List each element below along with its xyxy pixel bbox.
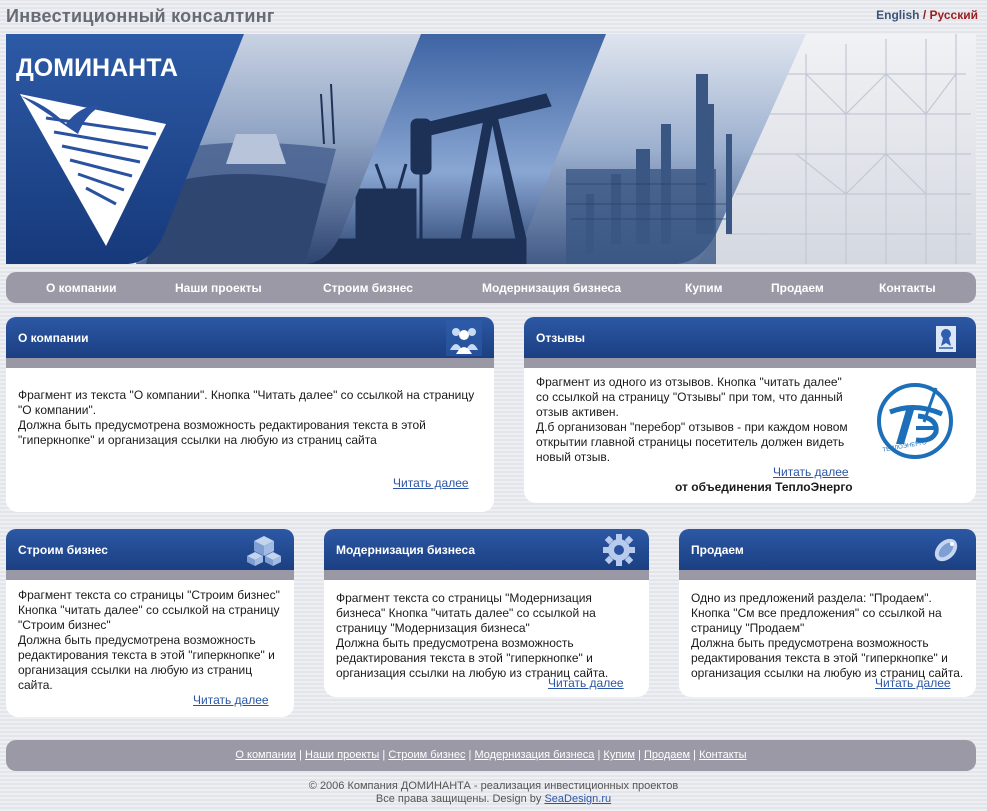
designer-link[interactable]: SeaDesign.ru <box>544 793 611 805</box>
build-header: Строим бизнес <box>6 529 294 570</box>
logo-text: ДОМИНАНТА <box>16 54 178 82</box>
about-body: Фрагмент из текста "О компании". Кнопка … <box>6 368 494 512</box>
footer-link-buy[interactable]: Купим <box>603 749 635 761</box>
build-text: Фрагмент текста со страницы "Строим бизн… <box>18 588 280 692</box>
language-switcher: English / Русский <box>876 8 978 22</box>
tag-icon <box>934 538 958 562</box>
sell-header: Продаем <box>679 529 976 570</box>
reviews-strip <box>524 358 976 368</box>
review-author: от объединения ТеплоЭнерго <box>675 480 853 494</box>
about-strip <box>6 358 494 368</box>
build-panel: Строим бизнес Фрагмент текста со страниц… <box>6 529 294 717</box>
nav-contacts[interactable]: Контакты <box>879 281 936 295</box>
about-read-more-link[interactable]: Читать далее <box>393 476 469 491</box>
modern-header: Модернизация бизнеса <box>324 529 649 570</box>
modern-read-more-link[interactable]: Читать далее <box>548 676 624 691</box>
sell-text: Одно из предложений раздела: "Продаем". … <box>691 591 964 680</box>
footer-link-modernization[interactable]: Модернизация бизнеса <box>474 749 594 761</box>
build-strip <box>6 570 294 580</box>
cubes-icon <box>247 536 281 566</box>
about-title: О компании <box>18 331 89 345</box>
footer-link-projects[interactable]: Наши проекты <box>305 749 379 761</box>
nav-buy[interactable]: Купим <box>685 281 723 295</box>
nav-about[interactable]: О компании <box>46 281 117 295</box>
modern-body: Фрагмент текста со страницы "Модернизаци… <box>324 580 649 697</box>
build-title: Строим бизнес <box>18 543 108 557</box>
certificate-icon <box>936 326 956 352</box>
nav-modernization[interactable]: Модернизация бизнеса <box>482 281 621 295</box>
modern-strip <box>324 570 649 580</box>
reviews-text: Фрагмент из одного из отзывов. Кнопка "ч… <box>536 375 848 464</box>
nav-projects[interactable]: Наши проекты <box>175 281 262 295</box>
reviews-body: Фрагмент из одного из отзывов. Кнопка "ч… <box>524 368 976 503</box>
copyright-block: © 2006 Компания ДОМИНАНТА - реализация и… <box>0 780 987 806</box>
reviews-read-more-link[interactable]: Читать далее <box>773 465 849 480</box>
nav-build-business[interactable]: Строим бизнес <box>323 281 413 295</box>
build-body: Фрагмент текста со страницы "Строим бизн… <box>6 580 294 717</box>
reviews-title: Отзывы <box>536 331 586 345</box>
sell-panel: Продаем Одно из предложений раздела: "Пр… <box>679 529 976 697</box>
modern-title: Модернизация бизнеса <box>336 543 475 557</box>
rights-text: Все права защищены. Design by <box>375 793 542 805</box>
footer-link-build[interactable]: Строим бизнес <box>388 749 465 761</box>
modern-text: Фрагмент текста со страницы "Модернизаци… <box>336 591 609 680</box>
copyright-text: © 2006 Компания ДОМИНАНТА - реализация и… <box>308 780 679 792</box>
teploenergo-logo-icon: ТЕПЛОЭНЕРГО <box>877 383 953 459</box>
nav-sell[interactable]: Продаем <box>771 281 824 295</box>
header-banner: ДОМИНАНТА <box>6 34 976 264</box>
site-title: Инвестиционный консалтинг <box>6 6 275 26</box>
sell-body: Одно из предложений раздела: "Продаем". … <box>679 580 976 697</box>
footer-link-about[interactable]: О компании <box>235 749 296 761</box>
sell-read-more-link[interactable]: Читать далее <box>875 676 951 691</box>
lang-english-link[interactable]: English <box>876 8 919 22</box>
modern-panel: Модернизация бизнеса Фрагмент текста со … <box>324 529 649 697</box>
lang-russian-link[interactable]: Русский <box>930 8 979 22</box>
about-text: Фрагмент из текста "О компании". Кнопка … <box>18 388 475 447</box>
build-read-more-link[interactable]: Читать далее <box>193 693 269 708</box>
reviews-header: Отзывы <box>524 317 976 358</box>
people-icon <box>446 320 482 356</box>
gear-icon <box>603 534 635 566</box>
lang-separator: / <box>922 8 927 22</box>
main-nav: О компании Наши проекты Строим бизнес Мо… <box>6 272 976 303</box>
footer-link-contacts[interactable]: Контакты <box>699 749 747 761</box>
about-header: О компании <box>6 317 494 358</box>
rights-line: Все права защищены. Design by SeaDesign.… <box>0 793 987 806</box>
sell-title: Продаем <box>691 543 744 557</box>
reviews-panel: Отзывы Фрагмент из одного из отзывов. Кн… <box>524 317 976 503</box>
footer-nav: О компании | Наши проекты | Строим бизне… <box>6 740 976 771</box>
sell-strip <box>679 570 976 580</box>
footer-link-sell[interactable]: Продаем <box>644 749 690 761</box>
about-panel: О компании Фрагмент из текста "О компани… <box>6 317 494 512</box>
